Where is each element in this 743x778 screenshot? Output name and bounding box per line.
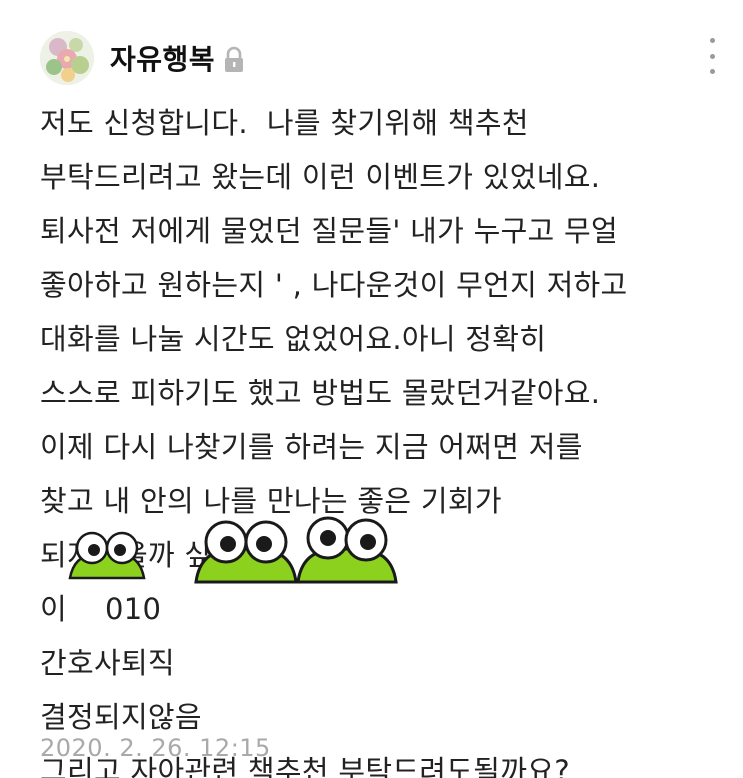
flower-avatar-icon — [40, 31, 94, 85]
comment-card: 자유행복 저도 신청합니다. 나를 찾기위해 책추천 부탁드리려고 왔는데 이런… — [0, 0, 743, 778]
body-line: 대화를 나눌 시간도 없었어요.아니 정확히 — [40, 322, 547, 356]
post-timestamp: 2020. 2. 26. 12:15 — [40, 734, 271, 762]
frog-sticker-icon — [296, 516, 398, 584]
body-line: 부탁드리려고 왔는데 이런 이벤트가 있었네요. — [40, 160, 601, 194]
more-options-icon[interactable] — [700, 38, 724, 74]
comment-body: 저도 신청합니다. 나를 찾기위해 책추천 부탁드리려고 왔는데 이런 이벤트가… — [40, 96, 720, 778]
body-line: 저도 신청합니다. 나를 찾기위해 책추천 — [40, 106, 529, 140]
body-line: 스스로 피하기도 했고 방법도 몰랐던거같아요. — [40, 376, 601, 410]
comment-header: 자유행복 — [40, 30, 245, 86]
lock-icon — [223, 46, 245, 74]
body-line: 간호사퇴직 — [40, 646, 175, 680]
avatar[interactable] — [40, 31, 94, 85]
frog-sticker-icon — [68, 531, 146, 580]
frog-sticker-icon — [194, 520, 298, 584]
body-line: 좋아하고 원하는지 ' , 나다운것이 무언지 저하고 — [40, 268, 628, 302]
body-line: 이제 다시 나찾기를 하려는 지금 어쩌면 저를 — [40, 430, 583, 464]
body-line: 퇴사전 저에게 물었던 질문들' 내가 누구고 무얼 — [40, 214, 619, 248]
body-line-redacted: 이 010 — [40, 592, 162, 626]
author-name[interactable]: 자유행복 — [110, 38, 215, 78]
